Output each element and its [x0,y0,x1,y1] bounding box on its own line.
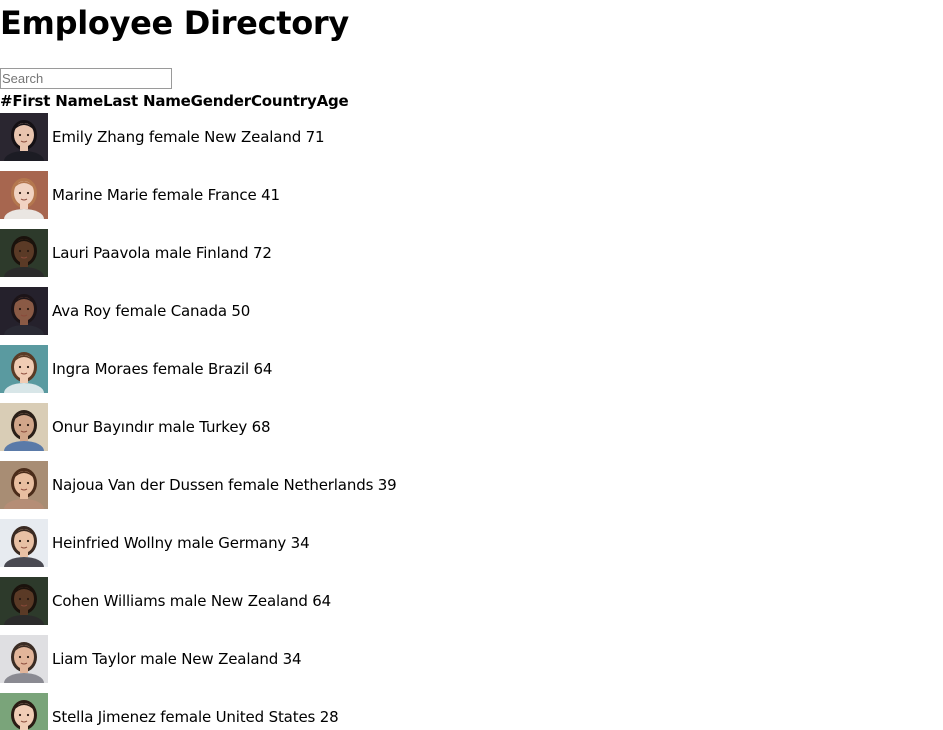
country: France [207,186,257,204]
gender: male [177,534,214,552]
table-row: Stella Jimenez female United States 28 [0,693,339,730]
first-name: Heinfried [52,534,120,552]
table-header: # First Name Last Name Gender Country Age [0,91,349,111]
first-name: Emily [52,128,93,146]
first-name: Cohen [52,592,100,610]
first-name: Najoua [52,476,104,494]
gender: female [148,128,200,146]
age: 34 [282,650,302,668]
country: New Zealand [181,650,279,668]
table-row: Cohen Williams male New Zealand 64 [0,577,331,625]
page-title: Employee Directory [0,4,349,42]
first-name: Marine [52,186,103,204]
header-last-name: Last Name [102,92,191,110]
age: 72 [252,244,272,262]
header-gender: Gender [190,92,251,110]
gender: male [169,592,207,610]
avatar [0,345,48,393]
header-country: Country [250,92,317,110]
last-name: Marie [106,186,148,204]
gender: female [152,360,204,378]
gender: female [160,708,212,726]
age: 50 [231,302,251,320]
age: 64 [253,360,273,378]
last-name: Zhang [97,128,145,146]
gender: female [228,476,279,494]
first-name: Stella [52,708,94,726]
last-name: Van der Dussen [108,476,224,494]
age: 64 [312,592,332,610]
country: Finland [195,244,249,262]
table-row: Heinfried Wollny male Germany 34 [0,519,310,567]
last-name: Paavola [93,244,151,262]
last-name: Wollny [123,534,173,552]
first-name: Onur [52,418,89,436]
first-name: Liam [52,650,88,668]
age: 34 [290,534,310,552]
country: New Zealand [204,128,302,146]
country: United States [215,708,316,726]
header-age: Age [316,92,349,110]
last-name: Moraes [94,360,149,378]
table-row: Liam Taylor male New Zealand 34 [0,635,302,683]
avatar [0,461,48,509]
age: 41 [261,186,280,204]
avatar [0,229,48,277]
gender: male [140,650,177,668]
avatar [0,403,48,451]
gender: male [158,418,195,436]
avatar [0,635,48,683]
avatar [0,693,48,730]
table-row: Najoua Van der Dussen female Netherlands… [0,461,397,509]
avatar [0,171,48,219]
avatar [0,519,48,567]
country: Netherlands [283,476,374,494]
table-row: Lauri Paavola male Finland 72 [0,229,272,277]
table-row: Ava Roy female Canada 50 [0,287,250,335]
age: 28 [319,708,339,726]
last-name: Taylor [92,650,136,668]
header-index: # [0,92,13,110]
first-name: Ingra [52,360,91,378]
table-row: Marine Marie female France 41 [0,171,280,219]
last-name: Williams [103,592,166,610]
gender: female [152,186,204,204]
first-name: Ava [52,302,80,320]
avatar [0,287,48,335]
table-row: Emily Zhang female New Zealand 71 [0,113,325,161]
avatar [0,577,48,625]
gender: male [154,244,192,262]
last-name: Roy [83,302,112,320]
first-name: Lauri [52,244,89,262]
age: 68 [251,418,271,436]
table-row: Ingra Moraes female Brazil 64 [0,345,272,393]
gender: female [115,302,167,320]
table-row: Onur Bayındır male Turkey 68 [0,403,271,451]
last-name: Bayındır [92,418,154,436]
country: Germany [218,534,287,552]
age: 39 [377,476,397,494]
avatar [0,113,48,161]
country: Turkey [199,418,248,436]
country: Canada [170,302,227,320]
last-name: Jimenez [97,708,156,726]
country: Brazil [208,360,249,378]
search-input[interactable] [0,68,172,89]
header-first-name: First Name [12,92,103,110]
country: New Zealand [210,592,308,610]
age: 71 [305,128,325,146]
